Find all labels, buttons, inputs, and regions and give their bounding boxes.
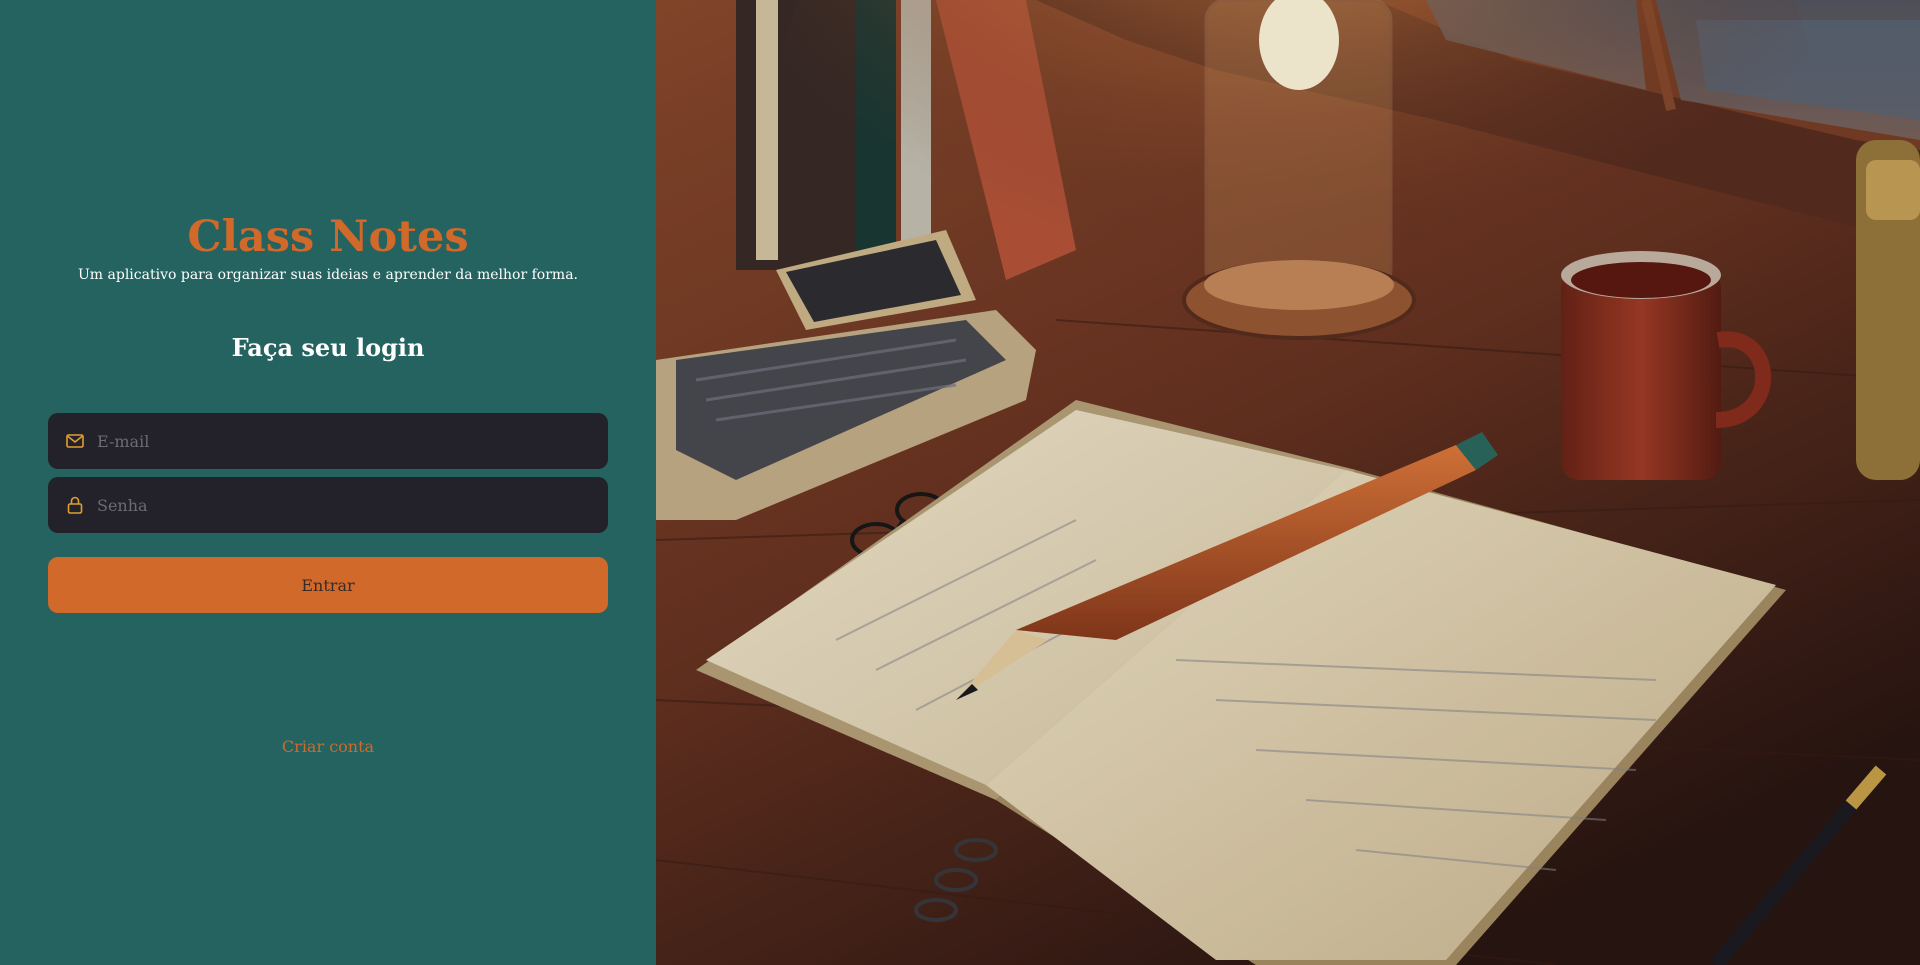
hero-illustration (656, 0, 1920, 965)
app-tagline: Um aplicativo para organizar suas ideias… (77, 267, 578, 283)
email-field-container[interactable] (48, 413, 608, 469)
app-title: Class Notes (187, 212, 469, 262)
login-panel: Class Notes Um aplicativo para organizar… (0, 0, 656, 965)
login-heading: Faça seu login (231, 333, 425, 362)
lock-icon (65, 495, 85, 515)
login-button[interactable]: Entrar (48, 557, 608, 613)
create-account-link[interactable]: Criar conta (0, 737, 656, 756)
password-field[interactable] (97, 477, 608, 533)
email-field[interactable] (97, 413, 608, 469)
mail-icon (65, 431, 85, 451)
password-field-container[interactable] (48, 477, 608, 533)
